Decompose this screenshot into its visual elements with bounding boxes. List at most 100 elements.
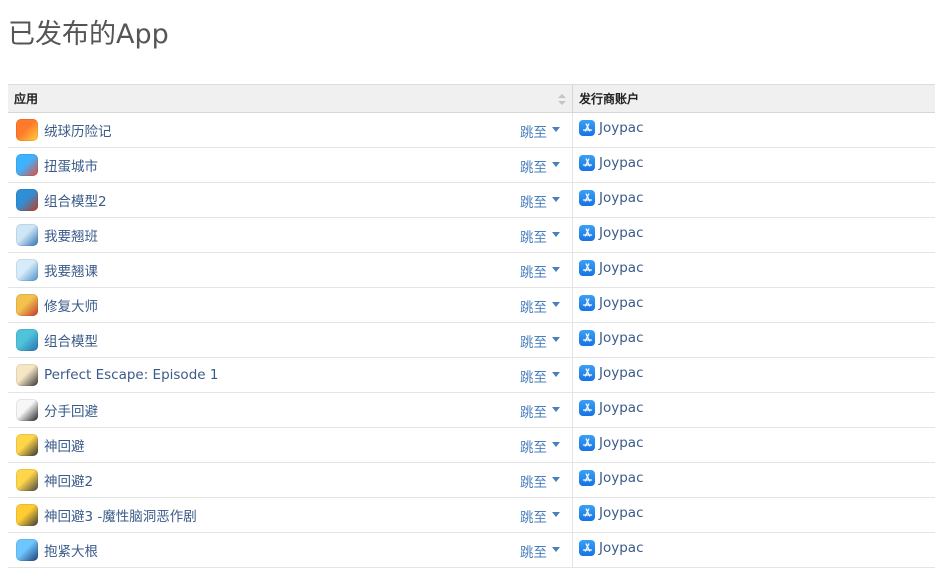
jump-to-dropdown[interactable]: 跳至 [520, 296, 560, 316]
jump-to-label: 跳至 [520, 125, 547, 141]
jump-to-dropdown[interactable]: 跳至 [520, 121, 560, 141]
app-name-link[interactable]: 神回避 [44, 435, 85, 455]
jump-to-dropdown[interactable]: 跳至 [520, 366, 560, 386]
app-store-icon [579, 365, 595, 381]
publisher-account-link[interactable]: Joypac [599, 155, 644, 171]
publisher-account-link[interactable]: Joypac [599, 190, 644, 206]
publisher-account-link[interactable]: Joypac [599, 120, 644, 136]
column-header-app-label: 应用 [14, 92, 39, 106]
publisher-cell: Joypac [573, 463, 935, 497]
app-name-link[interactable]: 我要翘班 [44, 225, 98, 245]
capsule-city-icon[interactable] [16, 154, 38, 176]
jump-to-label: 跳至 [520, 510, 547, 526]
jump-to-dropdown[interactable]: 跳至 [520, 156, 560, 176]
publisher-account-link[interactable]: Joypac [599, 330, 644, 346]
publisher-cell: Joypac [573, 183, 935, 217]
column-header-publisher-label: 发行商账户 [579, 92, 640, 106]
jump-to-dropdown[interactable]: 跳至 [520, 506, 560, 526]
jump-to-label: 跳至 [520, 545, 547, 561]
publisher-account-link[interactable]: Joypac [599, 470, 644, 486]
app-store-icon [579, 470, 595, 486]
app-name-link[interactable]: 神回避2 [44, 470, 93, 490]
app-store-icon [579, 435, 595, 451]
jump-to-dropdown[interactable]: 跳至 [520, 541, 560, 561]
app-store-icon [579, 260, 595, 276]
caret-down-icon [552, 302, 560, 307]
jump-to-label: 跳至 [520, 265, 547, 281]
app-cell: 绒球历险记 跳至 [8, 113, 573, 147]
app-store-icon [579, 505, 595, 521]
app-name-link[interactable]: 组合模型 [44, 330, 98, 350]
table-row: 修复大师 跳至 Joypac [8, 288, 935, 323]
app-cell: 抱紧大根 跳至 [8, 533, 573, 567]
breakup-dodge-icon[interactable] [16, 399, 38, 421]
god-dodge-3-icon[interactable] [16, 504, 38, 526]
caret-down-icon [552, 197, 560, 202]
publisher-account-link[interactable]: Joypac [599, 400, 644, 416]
table-row: 神回避2 跳至 Joypac [8, 463, 935, 498]
app-cell: Perfect Escape: Episode 1 跳至 [8, 358, 573, 392]
app-cell: 扭蛋城市 跳至 [8, 148, 573, 182]
publisher-cell: Joypac [573, 288, 935, 322]
column-header-app[interactable]: 应用 [8, 85, 573, 112]
jump-to-dropdown[interactable]: 跳至 [520, 401, 560, 421]
repair-master-icon[interactable] [16, 294, 38, 316]
god-dodge-2-icon[interactable] [16, 469, 38, 491]
jump-to-label: 跳至 [520, 160, 547, 176]
perfect-escape-icon[interactable] [16, 364, 38, 386]
publisher-cell: Joypac [573, 323, 935, 357]
publisher-account-link[interactable]: Joypac [599, 365, 644, 381]
app-name-link[interactable]: 神回避3 -魔性脑洞恶作剧 [44, 505, 197, 525]
publisher-account-link[interactable]: Joypac [599, 295, 644, 311]
app-name-link[interactable]: 扭蛋城市 [44, 155, 98, 175]
jump-to-label: 跳至 [520, 230, 547, 246]
page-title: 已发布的App [8, 19, 169, 50]
table-row: 我要翘班 跳至 Joypac [8, 218, 935, 253]
app-cell: 我要翘课 跳至 [8, 253, 573, 287]
app-cell: 分手回避 跳至 [8, 393, 573, 427]
app-store-icon [579, 190, 595, 206]
column-header-publisher[interactable]: 发行商账户 [573, 85, 935, 112]
app-name-link[interactable]: 抱紧大根 [44, 540, 98, 560]
table-row: Perfect Escape: Episode 1 跳至 Joypac [8, 358, 935, 393]
publisher-account-link[interactable]: Joypac [599, 260, 644, 276]
publisher-account-link[interactable]: Joypac [599, 505, 644, 521]
app-name-link[interactable]: 组合模型2 [44, 190, 107, 210]
app-cell: 神回避3 -魔性脑洞恶作剧 跳至 [8, 498, 573, 532]
model-combo-2-icon[interactable] [16, 189, 38, 211]
app-cell: 神回避2 跳至 [8, 463, 573, 497]
publisher-account-link[interactable]: Joypac [599, 435, 644, 451]
app-name-link[interactable]: 绒球历险记 [44, 120, 112, 140]
table-header: 应用 发行商账户 [8, 85, 935, 113]
god-dodge-icon[interactable] [16, 434, 38, 456]
publisher-account-link[interactable]: Joypac [599, 225, 644, 241]
pompom-game-icon[interactable] [16, 119, 38, 141]
skip-class-icon[interactable] [16, 259, 38, 281]
caret-down-icon [552, 337, 560, 342]
jump-to-dropdown[interactable]: 跳至 [520, 331, 560, 351]
jump-to-dropdown[interactable]: 跳至 [520, 471, 560, 491]
app-name-link[interactable]: Perfect Escape: Episode 1 [44, 367, 218, 383]
jump-to-label: 跳至 [520, 440, 547, 456]
jump-to-label: 跳至 [520, 405, 547, 421]
app-name-link[interactable]: 分手回避 [44, 400, 98, 420]
publisher-cell: Joypac [573, 428, 935, 462]
table-row: 分手回避 跳至 Joypac [8, 393, 935, 428]
model-combo-icon[interactable] [16, 329, 38, 351]
jump-to-dropdown[interactable]: 跳至 [520, 191, 560, 211]
jump-to-label: 跳至 [520, 475, 547, 491]
skip-work-icon[interactable] [16, 224, 38, 246]
jump-to-dropdown[interactable]: 跳至 [520, 226, 560, 246]
caret-down-icon [552, 442, 560, 447]
table-body: 绒球历险记 跳至 Joypac 扭蛋城市 跳至 Joypac 组合模型2 跳至 … [8, 113, 935, 568]
app-name-link[interactable]: 我要翘课 [44, 260, 98, 280]
sort-icon[interactable] [558, 94, 566, 105]
jump-to-dropdown[interactable]: 跳至 [520, 261, 560, 281]
publisher-account-link[interactable]: Joypac [599, 540, 644, 556]
jump-to-dropdown[interactable]: 跳至 [520, 436, 560, 456]
hold-tight-icon[interactable] [16, 539, 38, 561]
app-name-link[interactable]: 修复大师 [44, 295, 98, 315]
app-store-icon [579, 330, 595, 346]
publisher-cell: Joypac [573, 393, 935, 427]
caret-down-icon [552, 232, 560, 237]
